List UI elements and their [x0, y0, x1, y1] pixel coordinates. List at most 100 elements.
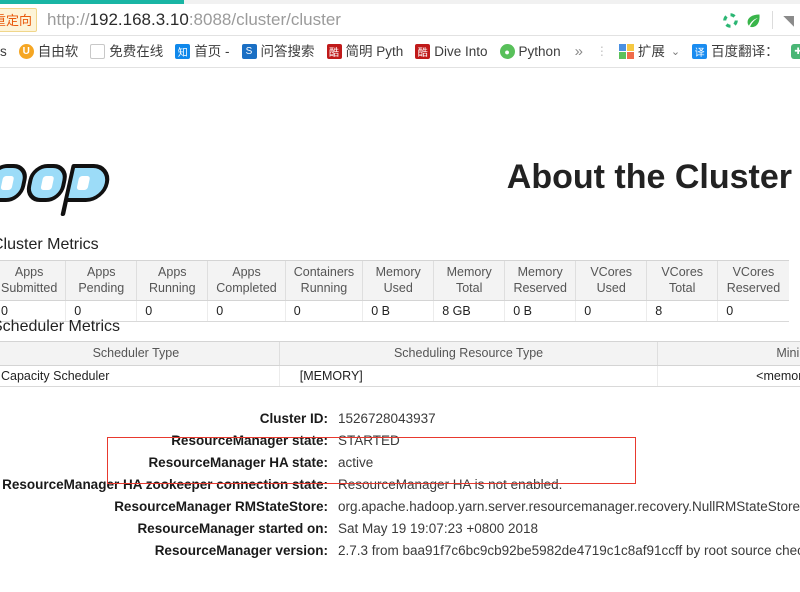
detail-value: org.apache.hadoop.yarn.server.resourcema… [338, 499, 800, 514]
col-apps-completed: Apps Completed [207, 260, 286, 301]
detail-row-hadoop-version: Hadoop version: 2.7.3 from baa91f7c6bc9c… [0, 562, 800, 564]
url-text[interactable]: http://192.168.3.10:8088/cluster/cluster [47, 10, 341, 30]
detail-key: ResourceManager state: [171, 433, 328, 448]
detail-key: ResourceManager HA state: [148, 455, 328, 470]
resize-corner-icon[interactable]: ◥ [783, 13, 794, 27]
detail-value: 1526728043937 [338, 411, 436, 426]
col-vcores-used: VCores Used [575, 260, 647, 301]
scheduler-metrics-table: Scheduler Type Scheduling Resource Type … [0, 341, 800, 387]
detail-key: ResourceManager started on: [137, 521, 328, 536]
detail-value: ResourceManager HA is not enabled. [338, 477, 563, 492]
url-host: 192.168.3.10 [89, 9, 189, 29]
address-bar[interactable]: 重定向 http://192.168.3.10:8088/cluster/clu… [0, 4, 800, 36]
baidu-translate-label: 百度翻译： [711, 43, 779, 59]
detail-key: Cluster ID: [259, 411, 328, 426]
val-apps-running: 0 [136, 300, 208, 322]
detail-value: active [338, 455, 374, 470]
val-scheduling-resource-type: [MEMORY] [278, 365, 658, 387]
address-bar-actions: ◥ [722, 4, 794, 36]
zhi-icon: 知 [175, 44, 191, 59]
col-memory-used: Memory Used [362, 260, 434, 301]
toolbar-divider [772, 11, 774, 29]
detail-key: ResourceManager RMStateStore: [114, 499, 328, 514]
scheduler-metrics-heading: Scheduler Metrics [0, 318, 121, 335]
detail-row-cluster-id: Cluster ID: 1526728043937 [0, 408, 800, 430]
redirect-badge[interactable]: 重定向 [0, 7, 38, 32]
leaf-icon[interactable] [745, 12, 762, 29]
detail-value: 2.7.3 from baa91f7c6bc9cb92be5982de4719c… [338, 543, 800, 558]
col-containers-running: Containers Running [284, 260, 363, 301]
bookmark-item[interactable]: s [0, 39, 13, 65]
detail-row-rm-state: ResourceManager state: STARTED [0, 430, 800, 452]
bookmark-label: 问答搜索 [260, 43, 315, 59]
s-icon: S [241, 44, 257, 59]
bookmark-item-ziyouruan[interactable]: U 自由软 [13, 39, 85, 65]
val-scheduler-type: Capacity Scheduler [0, 365, 280, 387]
page-title: About the Cluster [506, 158, 792, 196]
bookmark-label: 自由软 [37, 43, 79, 59]
bookmark-label: s [0, 43, 7, 59]
bookmark-label: Python [518, 43, 561, 59]
chevron-down-icon[interactable]: ⌄ [671, 45, 680, 58]
bookmark-label: 简明 Pyth [345, 43, 404, 59]
url-scheme: http:// [47, 9, 90, 29]
shield-green-icon: ✚ [790, 44, 800, 59]
detail-value: Sat May 19 19:07:23 +0800 2018 [338, 521, 539, 536]
col-scheduling-resource-type: Scheduling Resource Type [278, 341, 658, 366]
spinner-icon[interactable] [722, 12, 739, 29]
bookmark-item-jianming-pyth[interactable]: 酷 简明 Pyth [321, 39, 410, 65]
page-content: About the Cluster Cluster Metrics Apps S… [0, 68, 800, 564]
detail-row-rm-ha-zk-state: ResourceManager HA zookeeper connection … [0, 474, 800, 496]
browser-chrome: 重定向 http://192.168.3.10:8088/cluster/clu… [0, 0, 800, 68]
cluster-details-table: Cluster ID: 1526728043937 ResourceManage… [0, 408, 800, 564]
bookmark-item-python[interactable]: ● Python [494, 39, 567, 65]
detail-value: STARTED [338, 433, 400, 448]
val-containers-running: 0 [284, 300, 363, 322]
table-header-row: Scheduler Type Scheduling Resource Type … [0, 341, 800, 366]
grid-extension-icon [618, 44, 634, 59]
col-memory-total: Memory Total [433, 260, 505, 301]
detail-value: 2.7.3 from baa91f7c6bc9cb92be5982de4719c… [336, 562, 800, 564]
bookmark-item-dive-into[interactable]: 酷 Dive Into [409, 39, 493, 65]
ku-icon: 酷 [415, 44, 431, 59]
baidu-translate-button[interactable]: 译 百度翻译： [686, 39, 785, 65]
col-vcores-reserved: VCores Reserved [717, 260, 789, 301]
ku-icon: 酷 [326, 44, 342, 59]
bookmark-item-wendasousuo[interactable]: S 问答搜索 [236, 39, 321, 65]
detail-row-rm-statestore: ResourceManager RMStateStore: org.apache… [0, 496, 800, 518]
detail-key: ResourceManager version: [154, 543, 328, 558]
col-apps-running: Apps Running [136, 260, 208, 301]
bookmark-item-mianfeizaixian[interactable]: 免费在线 [84, 39, 169, 65]
extensions-button[interactable]: 扩展 ⌄ [613, 39, 686, 65]
val-apps-completed: 0 [207, 300, 286, 322]
detail-key: ResourceManager HA zookeeper connection … [2, 477, 328, 492]
col-apps-submitted: Apps Submitted [0, 260, 66, 301]
toolbar-grip: ⋮ [595, 44, 608, 59]
table-row: Capacity Scheduler [MEMORY] <memory:1024… [0, 365, 800, 387]
python-icon: ● [499, 44, 515, 59]
detail-key: Hadoop version: [0, 562, 336, 564]
val-memory-used: 0 B [362, 300, 434, 322]
u-circle-icon: U [18, 44, 34, 59]
shield-button[interactable]: ✚ 网全 [785, 39, 800, 65]
bookmark-label: 首页 - [194, 43, 230, 59]
cluster-metrics-heading: Cluster Metrics [0, 236, 99, 253]
detail-row-rm-started-on: ResourceManager started on: Sat May 19 1… [0, 518, 800, 540]
bookmark-item-shouye[interactable]: 知 首页 - [169, 39, 235, 65]
val-vcores-total: 8 [646, 300, 718, 322]
table-header-row: Apps Submitted Apps Pending Apps Running… [0, 260, 789, 301]
col-vcores-total: VCores Total [646, 260, 718, 301]
val-memory-reserved: 0 B [504, 300, 576, 322]
val-minimum-allocation: <memory:1024, vCores:1> [657, 365, 800, 387]
url-path: :8088/cluster/cluster [188, 9, 341, 29]
col-minimum-allocation: Minimum Allocation [657, 341, 800, 366]
col-apps-pending: Apps Pending [65, 260, 137, 301]
val-memory-total: 8 GB [433, 300, 505, 322]
col-scheduler-type: Scheduler Type [0, 341, 280, 366]
cluster-metrics-table: Apps Submitted Apps Pending Apps Running… [0, 260, 789, 322]
bookmarks-bar[interactable]: s U 自由软 免费在线 知 首页 - S 问答搜索 酷 简明 Pyth 酷 D… [0, 36, 800, 68]
val-vcores-reserved: 0 [717, 300, 789, 322]
bookmarks-overflow-button[interactable]: » [567, 43, 591, 60]
yi-translate-icon: 译 [692, 44, 708, 59]
detail-row-rm-version: ResourceManager version: 2.7.3 from baa9… [0, 540, 800, 562]
